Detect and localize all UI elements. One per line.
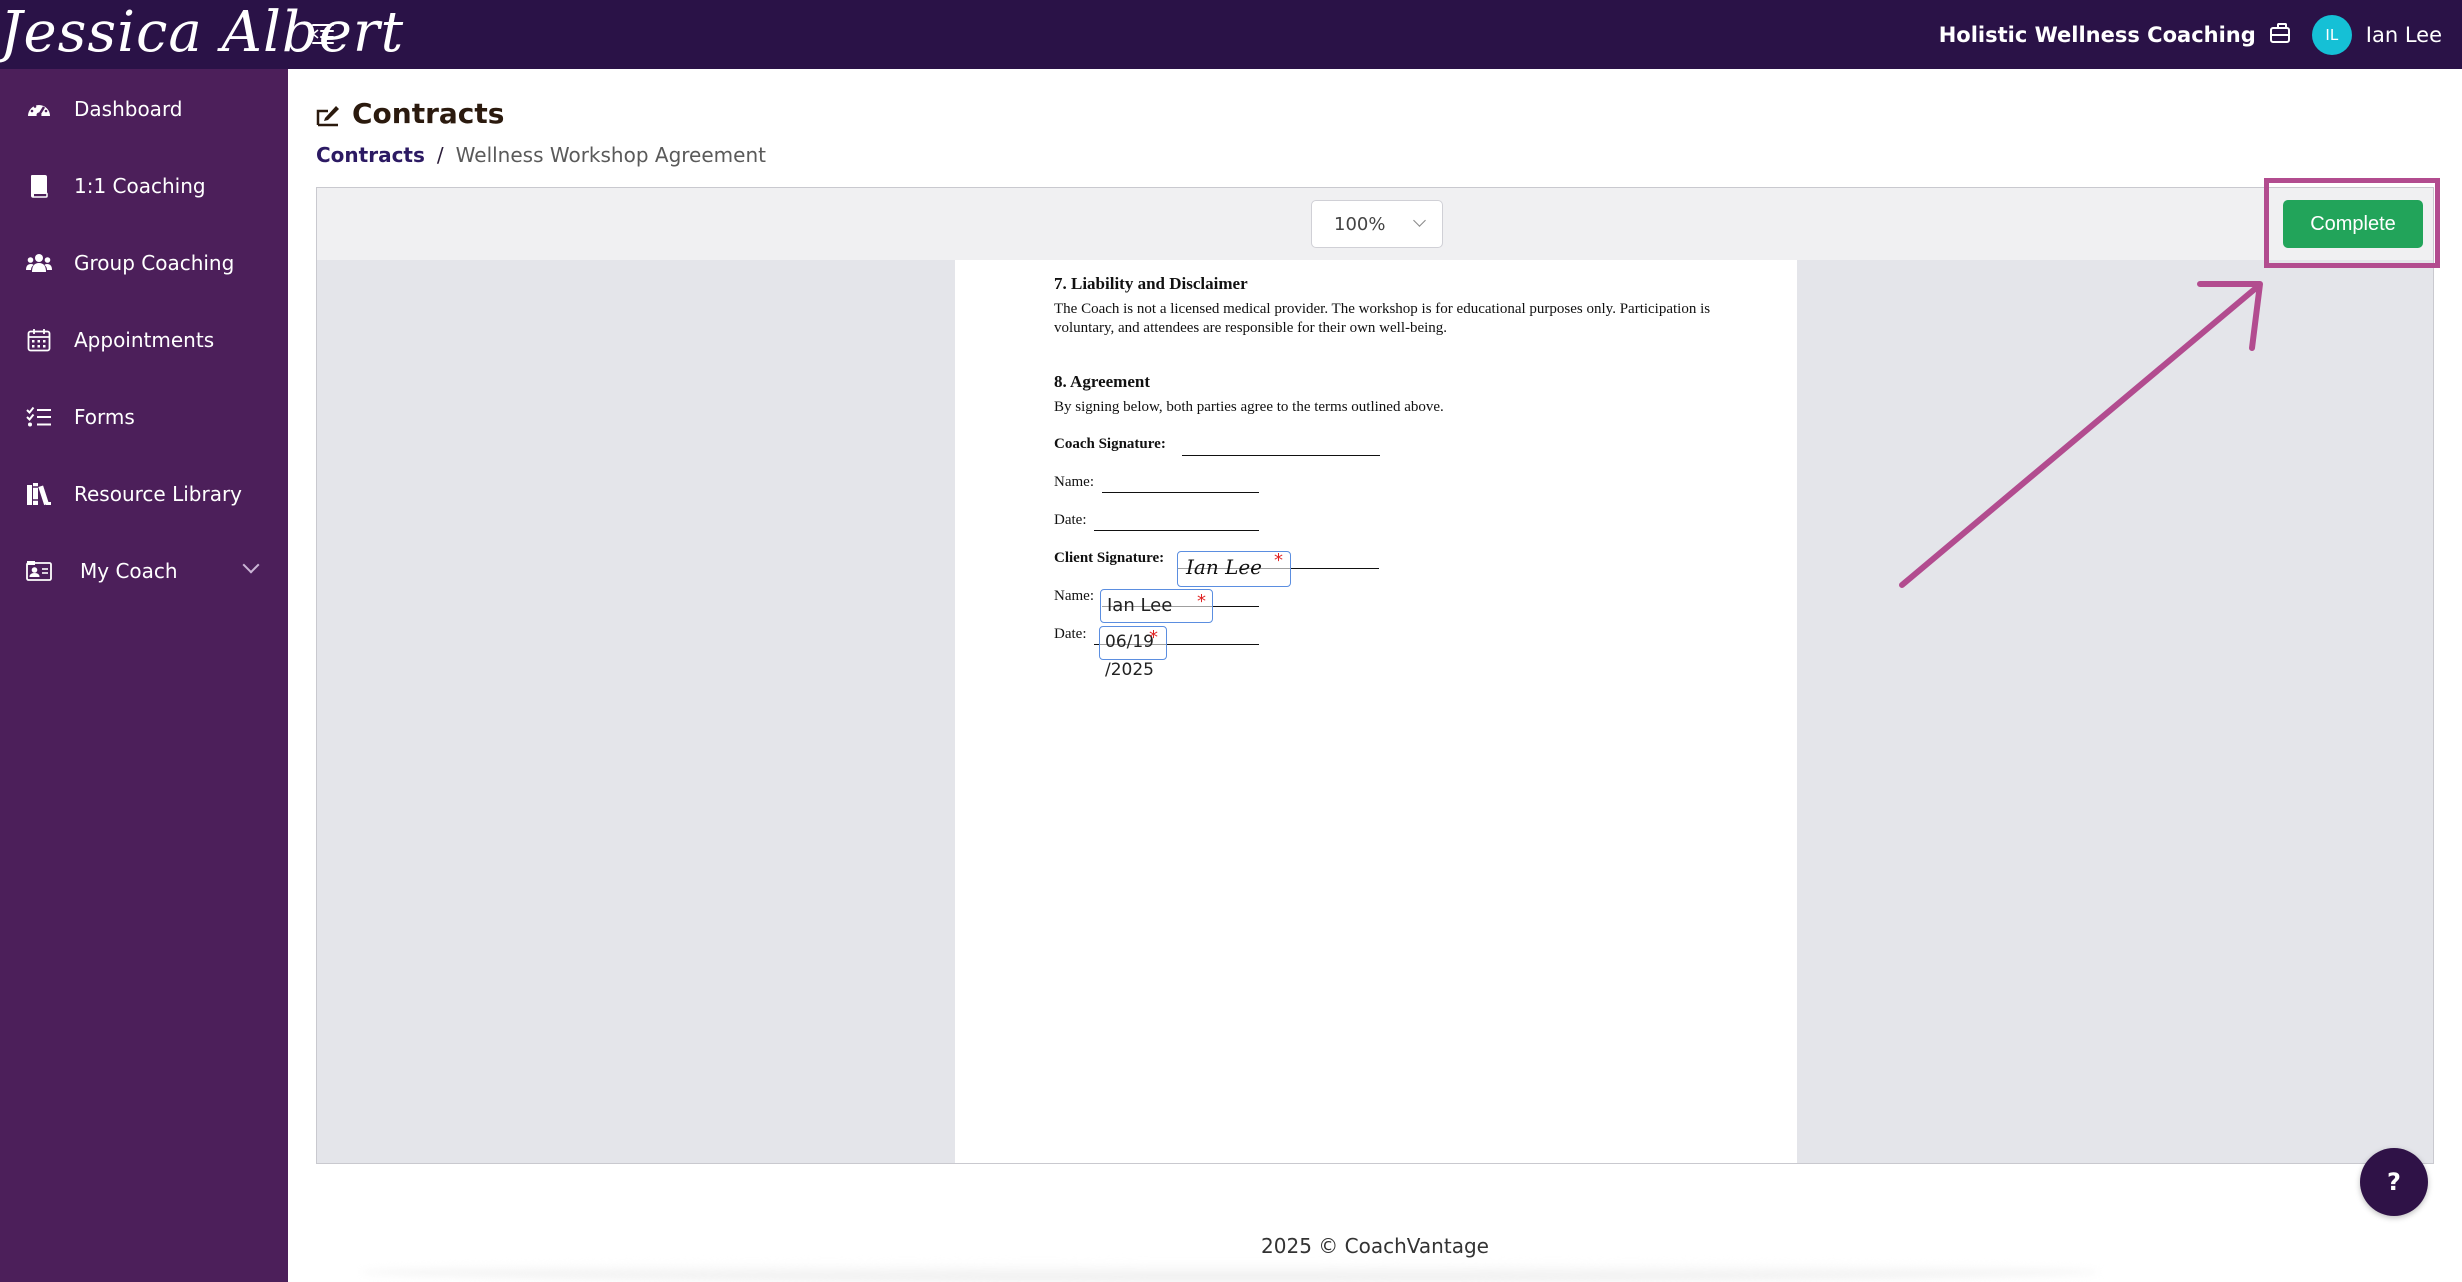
client-date-value-overflow: /2025 (1105, 660, 1154, 680)
id-card-icon (26, 558, 52, 584)
brand-logo[interactable]: Jessica Albert (0, 0, 404, 69)
page-title: Contracts (352, 97, 505, 130)
footer-shadow (360, 1262, 2100, 1282)
coach-name-line (1102, 492, 1259, 493)
required-marker: * (1197, 591, 1206, 612)
book-icon (26, 173, 52, 199)
document-page[interactable]: 7. Liability and Disclaimer The Coach is… (955, 260, 1797, 1163)
annotation-arrow-icon (1899, 281, 2263, 588)
sidebar-item-label: Forms (74, 405, 135, 429)
sidebar-item-group-coaching[interactable]: Group Coaching (0, 233, 288, 293)
client-date-value: 06/19 (1105, 632, 1154, 652)
user-name[interactable]: Ian Lee (2366, 23, 2442, 47)
client-signature-value: Ian Lee (1186, 555, 1263, 579)
sidebar-item-appointments[interactable]: Appointments (0, 310, 288, 370)
breadcrumb-separator: / (436, 143, 444, 167)
sidebar: Dashboard 1:1 Coaching Group Coaching Ap… (0, 69, 288, 1282)
avatar[interactable]: IL (2311, 14, 2352, 55)
menu-toggle-icon[interactable] (312, 24, 334, 44)
sidebar-item-label: Resource Library (74, 482, 243, 506)
coach-date-label: Date: (1054, 512, 1087, 528)
sidebar-item-label: Dashboard (74, 97, 183, 121)
coach-signature-label: Coach Signature: (1054, 436, 1166, 452)
sidebar-item-1-1-coaching[interactable]: 1:1 Coaching (0, 156, 288, 216)
sidebar-item-forms[interactable]: Forms (0, 387, 288, 447)
sidebar-item-dashboard[interactable]: Dashboard (0, 79, 288, 139)
client-name-field[interactable]: Ian Lee * (1100, 589, 1213, 623)
users-icon (26, 250, 52, 276)
breadcrumb: Contracts / Wellness Workshop Agreement (316, 143, 766, 167)
briefcase-icon[interactable] (2269, 22, 2290, 43)
sidebar-item-label: Appointments (74, 328, 215, 352)
breadcrumb-contracts-link[interactable]: Contracts (316, 143, 425, 167)
client-name-value: Ian Lee (1107, 595, 1173, 616)
sidebar-item-resource-library[interactable]: Resource Library (0, 464, 288, 524)
section-7-heading: 7. Liability and Disclaimer (1054, 274, 1248, 293)
sidebar-item-label: My Coach (80, 559, 178, 583)
sidebar-item-label: Group Coaching (74, 251, 235, 275)
chevron-down-icon (1413, 214, 1426, 227)
required-marker: * (1149, 627, 1158, 648)
top-bar-right: Holistic Wellness Coaching IL Ian Lee (1939, 0, 2442, 69)
books-icon (26, 481, 52, 507)
coach-date-line (1094, 530, 1259, 531)
section-8-text: By signing below, both parties agree to … (1054, 399, 1444, 415)
viewer-toolbar: 100% Complete (317, 188, 2433, 260)
signature-edit-icon (316, 103, 340, 127)
sidebar-item-my-coach[interactable]: My Coach (0, 541, 288, 601)
sidebar-item-label: 1:1 Coaching (74, 174, 206, 198)
top-bar: Jessica Albert Holistic Wellness Coachin… (0, 0, 2462, 69)
chevron-down-icon[interactable] (242, 556, 260, 574)
client-date-label: Date: (1054, 626, 1087, 642)
zoom-select[interactable]: 100% (1311, 200, 1443, 248)
section-7-text: The Coach is not a licensed medical prov… (1054, 301, 1711, 336)
calendar-icon (26, 327, 52, 353)
coach-signature-line (1182, 455, 1380, 456)
annotation-highlight-box (2264, 178, 2440, 268)
required-marker: * (1274, 550, 1283, 571)
help-button[interactable]: ? (2360, 1148, 2428, 1216)
dashboard-gauge-icon (26, 96, 52, 122)
client-name-label: Name: (1054, 588, 1094, 604)
client-signature-label: Client Signature: (1054, 550, 1165, 566)
business-name[interactable]: Holistic Wellness Coaching (1939, 23, 2256, 47)
zoom-value: 100% (1334, 213, 1386, 235)
footer-copyright: 2025 © CoachVantage (1261, 1234, 1489, 1258)
checklist-icon (26, 404, 52, 430)
coach-name-label: Name: (1054, 474, 1094, 490)
client-date-field[interactable]: 06/19 * (1099, 626, 1167, 660)
breadcrumb-current: Wellness Workshop Agreement (455, 143, 766, 167)
section-8-heading: 8. Agreement (1054, 372, 1150, 391)
client-signature-field[interactable]: Ian Lee * (1177, 550, 1291, 587)
